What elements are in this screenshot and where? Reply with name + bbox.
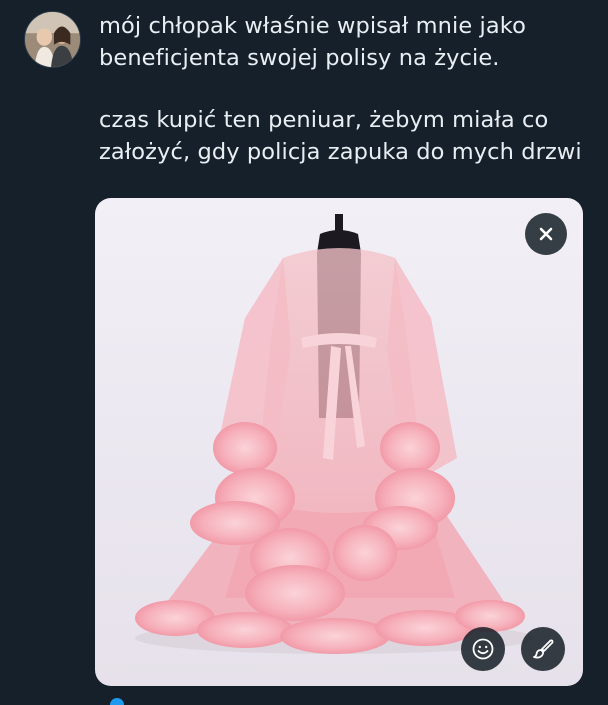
tweet-line-4: założyć, gdy policja zapuka do mych drzw… xyxy=(99,139,582,165)
tweet-line-2: beneficjenta swojej polisy na życie. xyxy=(99,45,500,71)
tweet-text[interactable]: mój chłopak właśnie wpisał mnie jako ben… xyxy=(99,10,594,168)
robe-photo xyxy=(135,214,535,654)
brush-icon xyxy=(533,639,554,659)
tweet-line-1: mój chłopak właśnie wpisał mnie jako xyxy=(99,13,526,39)
avatar-photo xyxy=(25,12,80,67)
avatar[interactable] xyxy=(24,11,81,68)
add-sticker-button[interactable] xyxy=(461,627,505,671)
smiley-icon xyxy=(472,638,494,660)
remove-image-button[interactable] xyxy=(525,213,567,255)
tweet-line-3: czas kupić ten peniuar, żebym miała co xyxy=(99,107,549,133)
location-icon[interactable] xyxy=(110,698,124,705)
compose-screen: mój chłopak właśnie wpisał mnie jako ben… xyxy=(0,0,608,705)
close-icon xyxy=(539,227,553,241)
edit-image-button[interactable] xyxy=(521,627,565,671)
attached-image xyxy=(95,198,583,686)
